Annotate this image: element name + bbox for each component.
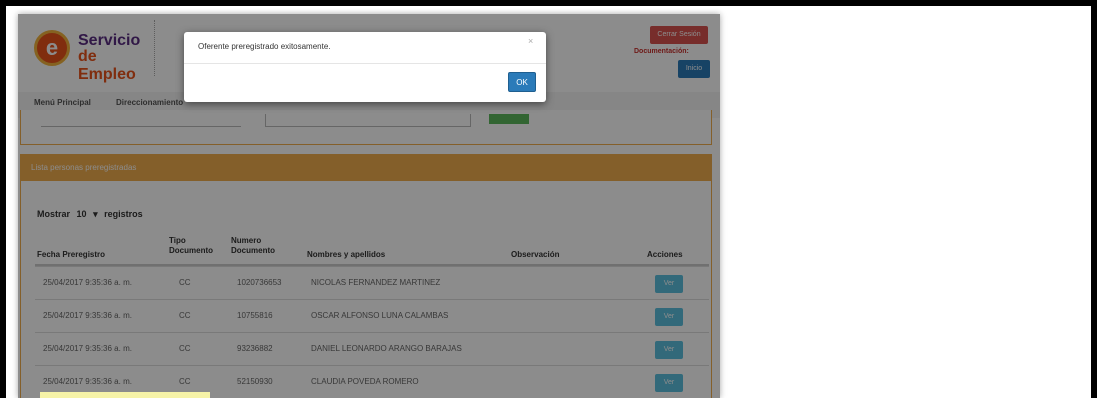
dialog-divider — [184, 63, 546, 64]
dialog-message: Oferente preregistrado exitosamente. — [198, 42, 331, 51]
bottom-highlight — [40, 392, 210, 398]
close-icon[interactable]: × — [528, 36, 533, 46]
success-dialog: Oferente preregistrado exitosamente. × O… — [184, 32, 546, 102]
frame-right-border — [1091, 0, 1097, 398]
frame-top-border — [0, 0, 1097, 6]
ok-button[interactable]: OK — [508, 72, 536, 92]
frame-left-border — [0, 0, 6, 398]
screenshot: e Servicio de Empleo Cerrar Sesión Docum… — [18, 14, 720, 398]
